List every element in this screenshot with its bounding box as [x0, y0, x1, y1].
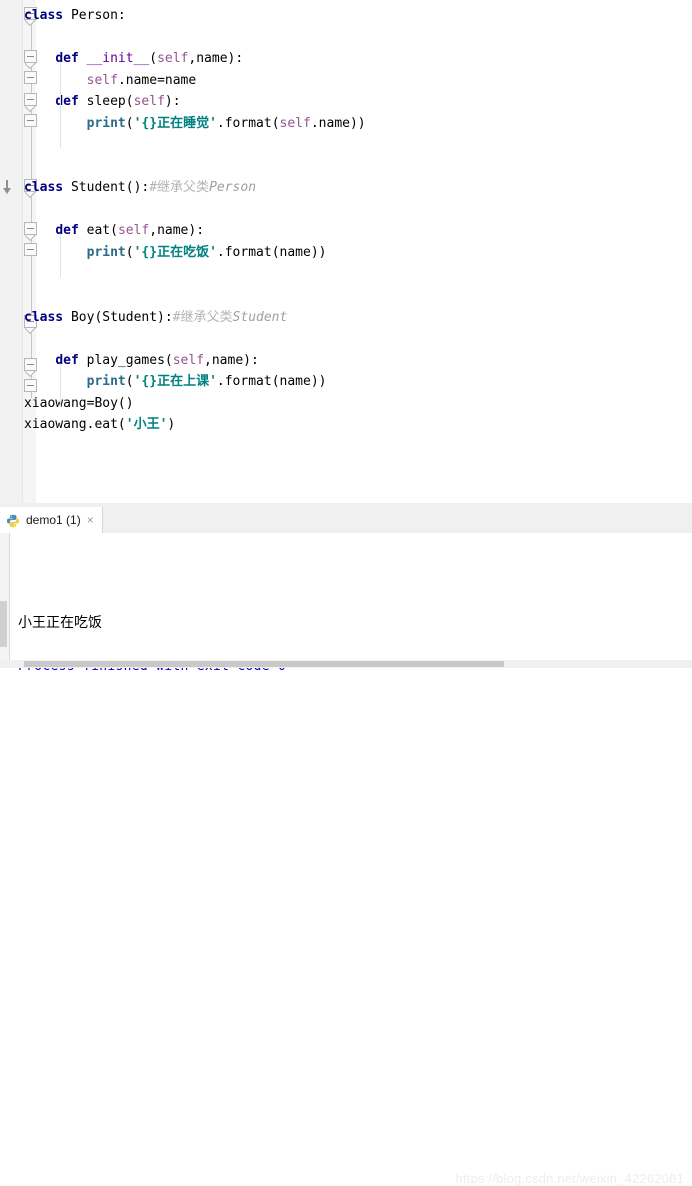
code-token: (: [125, 116, 134, 131]
code-line: def sleep(self):: [24, 91, 181, 113]
code-token: '{}正在吃饭': [133, 245, 217, 260]
horizontal-scrollbar-thumb[interactable]: [24, 661, 504, 667]
code-line: def __init__(self,name):: [24, 48, 243, 70]
code-line: class Boy(Student):#继承父类Student: [24, 307, 287, 329]
code-token: self: [157, 51, 189, 66]
python-icon: [6, 513, 20, 528]
console-output-area[interactable]: 小王正在吃饭Process finished with exit code 0 …: [0, 533, 692, 1186]
code-token: .name)): [310, 116, 366, 131]
source-code[interactable]: class Person: def __init__(self,name): s…: [24, 0, 684, 503]
code-token: .format(name)): [216, 245, 327, 260]
code-token: #继承父类: [172, 310, 233, 325]
code-token: '小王': [125, 417, 168, 432]
code-token: Boy(Student):: [63, 310, 173, 325]
code-line: xiaowang=Boy(): [24, 393, 134, 415]
console-gutter-divider: [9, 533, 10, 662]
editor-line-number-gutter[interactable]: [0, 0, 22, 503]
code-token: ,name):: [149, 223, 205, 238]
indent-guide: [60, 62, 61, 105]
code-token: Student: [232, 310, 288, 325]
code-token: self: [117, 223, 150, 238]
gutter-divider: [22, 0, 23, 503]
code-line: print('{}正在睡觉'.format(self.name)): [24, 113, 366, 135]
code-token: Person:: [63, 8, 126, 23]
close-icon[interactable]: ×: [87, 514, 94, 526]
code-token: def: [55, 353, 79, 368]
code-token: def: [55, 51, 79, 66]
code-token: '{}正在睡觉': [133, 116, 217, 131]
code-token: self: [133, 94, 165, 109]
code-token: xiaowang.eat(: [24, 417, 126, 432]
code-token: self: [86, 73, 118, 88]
code-token: #继承父类: [149, 180, 210, 195]
code-token: .format(: [216, 116, 280, 131]
code-token: __init__: [86, 51, 150, 66]
code-line: self.name=name: [24, 70, 197, 92]
indent-guide: [60, 105, 61, 148]
horizontal-scrollbar[interactable]: [0, 660, 692, 668]
console-tab-label: demo1 (1): [26, 513, 81, 527]
code-token: class: [24, 8, 64, 23]
watermark-text: https://blog.csdn.net/weixin_42262081: [455, 1171, 684, 1186]
code-token: play_games(: [78, 353, 173, 368]
code-token: print: [86, 245, 126, 260]
code-token: ): [167, 417, 176, 432]
run-console-panel: demo1 (1) × 小王正在吃饭Process finished with …: [0, 507, 692, 1186]
code-line: def eat(self,name):: [24, 220, 204, 242]
code-token: print: [86, 116, 126, 131]
code-token: def: [55, 223, 79, 238]
code-token: (: [125, 374, 134, 389]
pycharm-window: class Person: def __init__(self,name): s…: [0, 0, 692, 1186]
run-to-line-arrow[interactable]: [2, 180, 11, 194]
code-token: print: [86, 374, 126, 389]
indent-guide: [60, 234, 61, 277]
code-token: Student():: [63, 180, 150, 195]
code-token: def: [55, 94, 79, 109]
code-token: (: [149, 51, 158, 66]
code-token: class: [24, 180, 64, 195]
console-stdout-line: 小王正在吃饭: [18, 615, 102, 631]
code-token: ,name):: [188, 51, 244, 66]
code-line: xiaowang.eat('小王'): [24, 414, 175, 436]
code-token: self: [172, 353, 205, 368]
code-token: Person: [209, 180, 257, 195]
code-editor[interactable]: class Person: def __init__(self,name): s…: [0, 0, 692, 503]
code-token: class: [24, 310, 64, 325]
code-token: sleep(: [78, 94, 134, 109]
code-line: class Student():#继承父类Person: [24, 177, 256, 199]
code-token: xiaowang=Boy(): [24, 396, 134, 411]
code-line: class Person:: [24, 5, 126, 27]
console-tab-bar: demo1 (1) ×: [0, 507, 692, 534]
code-token: eat(: [78, 223, 118, 238]
code-token: self: [279, 116, 311, 131]
indent-guide: [60, 364, 61, 407]
code-token: .name=name: [117, 73, 197, 88]
code-line: print('{}正在上课'.format(name)): [24, 371, 327, 393]
code-token: .format(name)): [216, 374, 327, 389]
code-line: print('{}正在吃饭'.format(name)): [24, 242, 327, 264]
code-token: ,name):: [204, 353, 259, 368]
console-scrollbar-thumb[interactable]: [0, 601, 7, 647]
code-token: (: [125, 245, 134, 260]
console-tab-demo1[interactable]: demo1 (1) ×: [0, 507, 103, 533]
code-token: '{}正在上课': [133, 374, 217, 389]
code-token: ):: [164, 94, 181, 109]
